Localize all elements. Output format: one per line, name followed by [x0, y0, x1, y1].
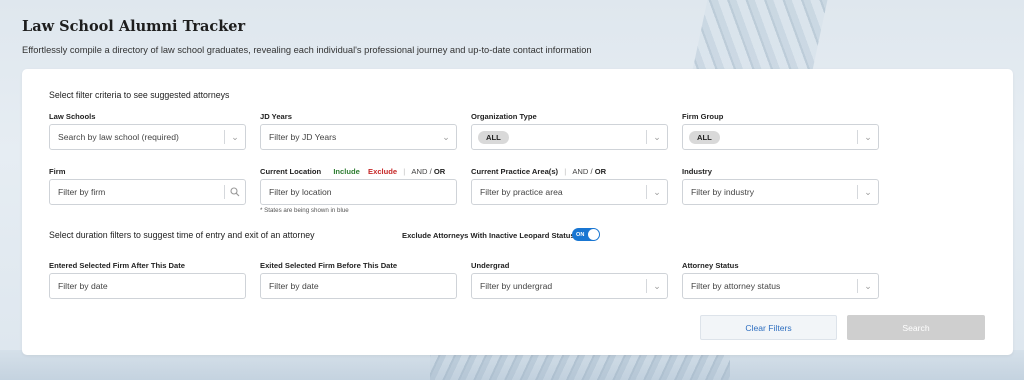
industry-placeholder: Filter by industry — [691, 187, 755, 197]
industry-select[interactable]: Filter by industry ⌄ — [682, 179, 879, 205]
exclude-toggle[interactable]: Exclude — [368, 167, 397, 176]
organization-type-label: Organization Type — [471, 112, 537, 121]
current-location-label-row: Current Location Include Exclude | AND /… — [260, 167, 445, 176]
entered-after-date-input[interactable]: Filter by date — [49, 273, 246, 299]
or-option[interactable]: OR — [595, 167, 606, 176]
firm-placeholder: Filter by firm — [58, 187, 106, 197]
clear-filters-button[interactable]: Clear Filters — [700, 315, 837, 340]
entered-after-placeholder: Filter by date — [58, 281, 108, 291]
firm-group-label: Firm Group — [682, 112, 724, 121]
chevron-down-icon[interactable]: ⌄ — [858, 187, 878, 198]
include-toggle[interactable]: Include — [333, 167, 360, 176]
search-icon[interactable] — [225, 187, 245, 197]
location-placeholder: Filter by location — [269, 187, 332, 197]
label-separator: | — [403, 167, 406, 176]
jd-years-label: JD Years — [260, 112, 292, 121]
toggle-state: ON — [576, 231, 585, 238]
chevron-down-icon[interactable]: ⌄ — [858, 281, 878, 292]
chevron-down-icon[interactable]: ⌄ — [858, 132, 878, 143]
practice-area-placeholder: Filter by practice area — [480, 187, 563, 197]
industry-label: Industry — [682, 167, 712, 176]
page-title: Law School Alumni Tracker — [22, 18, 246, 35]
location-input[interactable]: Filter by location — [260, 179, 457, 205]
states-hint: * States are being shown in blue — [260, 207, 349, 214]
undergrad-placeholder: Filter by undergrad — [480, 281, 553, 291]
exited-before-label: Exited Selected Firm Before This Date — [260, 261, 398, 270]
exclude-inactive-label: Exclude Attorneys With Inactive Leopard … — [402, 231, 575, 240]
label-separator: | — [564, 167, 567, 176]
organization-type-chip[interactable]: ALL — [478, 130, 509, 144]
law-schools-select[interactable]: Search by law school (required) ⌄ — [49, 124, 246, 150]
attorney-status-select[interactable]: Filter by attorney status ⌄ — [682, 273, 879, 299]
chevron-down-icon[interactable]: ⌄ — [647, 132, 667, 143]
or-option[interactable]: OR — [434, 167, 445, 176]
practice-area-label: Current Practice Area(s) — [471, 167, 559, 176]
attorney-status-placeholder: Filter by attorney status — [691, 281, 781, 291]
duration-prompt: Select duration filters to suggest time … — [49, 230, 315, 240]
filter-card: Select filter criteria to see suggested … — [22, 69, 1013, 355]
chevron-down-icon[interactable]: ⌄ — [647, 187, 667, 198]
firm-group-select[interactable]: ALL ⌄ — [682, 124, 879, 150]
filter-prompt: Select filter criteria to see suggested … — [49, 90, 230, 100]
firm-group-chip[interactable]: ALL — [689, 130, 720, 144]
jd-years-select[interactable]: Filter by JD Years ⌄ — [260, 124, 457, 150]
exclude-inactive-toggle[interactable]: ON — [572, 228, 600, 241]
exited-before-date-input[interactable]: Filter by date — [260, 273, 457, 299]
search-button[interactable]: Search — [847, 315, 985, 340]
firm-label: Firm — [49, 167, 66, 176]
and-or-slash: / — [429, 167, 432, 176]
chevron-down-icon[interactable]: ⌄ — [225, 132, 245, 143]
jd-years-placeholder: Filter by JD Years — [269, 132, 337, 142]
chevron-down-icon[interactable]: ⌄ — [647, 281, 667, 292]
undergrad-select[interactable]: Filter by undergrad ⌄ — [471, 273, 668, 299]
exited-before-placeholder: Filter by date — [269, 281, 319, 291]
firm-search-input[interactable]: Filter by firm — [49, 179, 246, 205]
practice-area-select[interactable]: Filter by practice area ⌄ — [471, 179, 668, 205]
toggle-knob — [588, 229, 599, 240]
organization-type-select[interactable]: ALL ⌄ — [471, 124, 668, 150]
and-option[interactable]: AND — [572, 167, 588, 176]
practice-area-label-row: Current Practice Area(s) | AND / OR — [471, 167, 606, 176]
entered-after-label: Entered Selected Firm After This Date — [49, 261, 186, 270]
and-or-slash: / — [590, 167, 593, 176]
law-schools-placeholder: Search by law school (required) — [58, 132, 179, 142]
undergrad-label: Undergrad — [471, 261, 510, 270]
chevron-down-icon[interactable]: ⌄ — [436, 132, 456, 143]
and-option[interactable]: AND — [411, 167, 427, 176]
page-subtitle: Effortlessly compile a directory of law … — [22, 45, 592, 55]
attorney-status-label: Attorney Status — [682, 261, 739, 270]
current-location-label: Current Location — [260, 167, 322, 176]
law-schools-label: Law Schools — [49, 112, 96, 121]
